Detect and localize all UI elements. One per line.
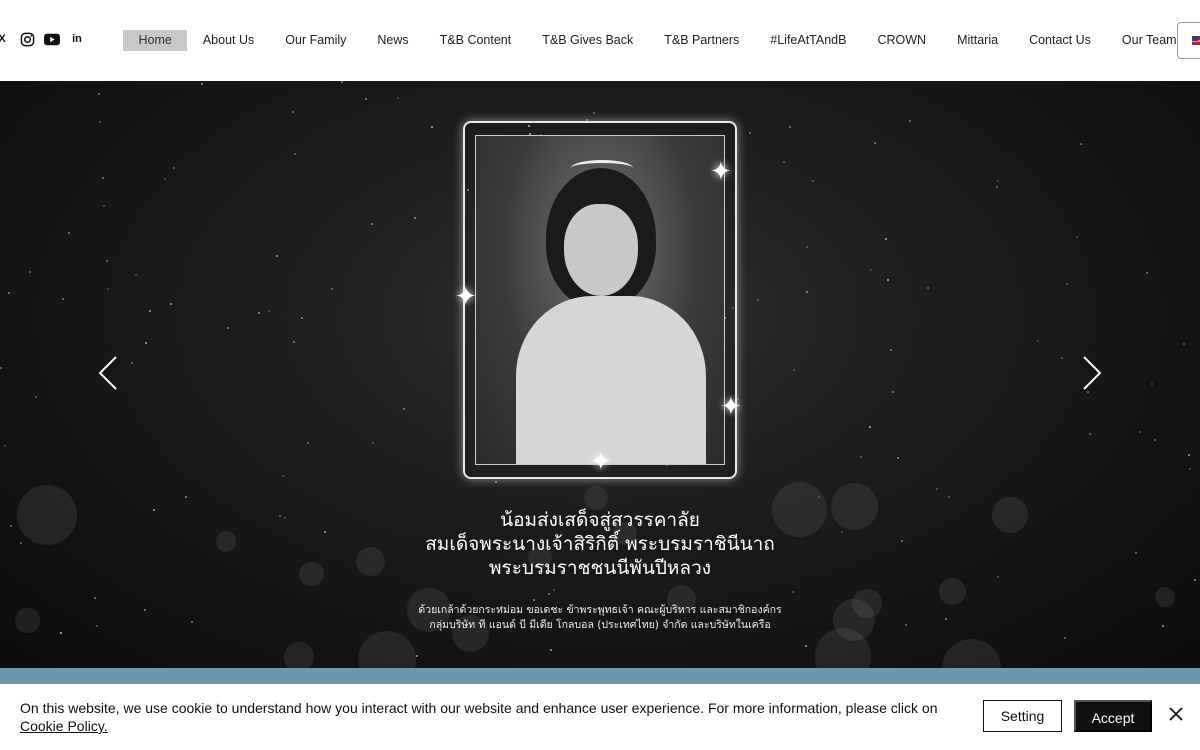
prev-slide-button[interactable] bbox=[98, 356, 118, 390]
nav-item-mittaria[interactable]: Mittaria bbox=[942, 30, 1014, 51]
chevron-left-icon bbox=[98, 356, 117, 390]
x-icon[interactable]: X bbox=[0, 31, 10, 47]
hero-subtitle-line-2: กลุ่มบริษัท ที แอนด์ บี มีเดีย โกลบอล (ป… bbox=[429, 619, 771, 631]
cookie-banner: On this website, we use cookie to unders… bbox=[0, 684, 1200, 750]
nav-item-about-us[interactable]: About Us bbox=[187, 30, 269, 51]
sparkle-icon: ✦ bbox=[590, 446, 612, 476]
main-nav: Home About Us Our Family News T&B Conten… bbox=[123, 30, 1192, 51]
portrait-image bbox=[475, 135, 725, 465]
youtube-icon[interactable] bbox=[44, 31, 60, 47]
chevron-right-icon bbox=[1083, 356, 1102, 390]
hero-slideshow: ✦ ✦ ✦ ✦ น้อมส่งเสด็จสู่สวรรคาลัย สมเด็จพ… bbox=[0, 81, 1200, 668]
nav-item-life-at-tandb[interactable]: #LifeAtTAndB bbox=[755, 30, 862, 51]
linkedin-icon[interactable]: in bbox=[69, 31, 85, 47]
nav-item-our-family[interactable]: Our Family bbox=[270, 30, 362, 51]
cookie-accept-button[interactable]: Accept bbox=[1074, 700, 1152, 732]
nav-item-tb-content[interactable]: T&B Content bbox=[424, 30, 527, 51]
section-divider bbox=[0, 668, 1200, 684]
sparkle-icon: ✦ bbox=[455, 281, 477, 311]
nav-item-crown[interactable]: CROWN bbox=[862, 30, 942, 51]
instagram-icon[interactable] bbox=[19, 31, 35, 47]
language-selector[interactable] bbox=[1177, 22, 1200, 59]
sparkle-icon: ✦ bbox=[710, 156, 732, 186]
close-icon[interactable] bbox=[1168, 706, 1184, 722]
cookie-text: On this website, we use cookie to unders… bbox=[20, 700, 938, 734]
social-links: X in bbox=[0, 31, 85, 47]
sparkle-icon: ✦ bbox=[720, 391, 742, 421]
nav-item-tb-partners[interactable]: T&B Partners bbox=[649, 30, 755, 51]
cookie-setting-button[interactable]: Setting bbox=[983, 700, 1062, 732]
nav-item-home[interactable]: Home bbox=[123, 30, 188, 51]
nav-item-tb-gives-back[interactable]: T&B Gives Back bbox=[527, 30, 649, 51]
cookie-policy-link[interactable]: Cookie Policy. bbox=[20, 718, 108, 734]
tiara-icon bbox=[571, 160, 633, 176]
site-header: X in Home About Us Our Family News T&B C… bbox=[0, 0, 1200, 81]
nav-item-news[interactable]: News bbox=[362, 30, 424, 51]
next-slide-button[interactable] bbox=[1082, 356, 1102, 390]
us-flag-icon bbox=[1192, 36, 1200, 45]
portrait-frame bbox=[463, 121, 737, 479]
hero-title-line-3: พระบรมราชชนนีพันปีหลวง bbox=[488, 557, 712, 579]
nav-item-contact-us[interactable]: Contact Us bbox=[1014, 30, 1107, 51]
